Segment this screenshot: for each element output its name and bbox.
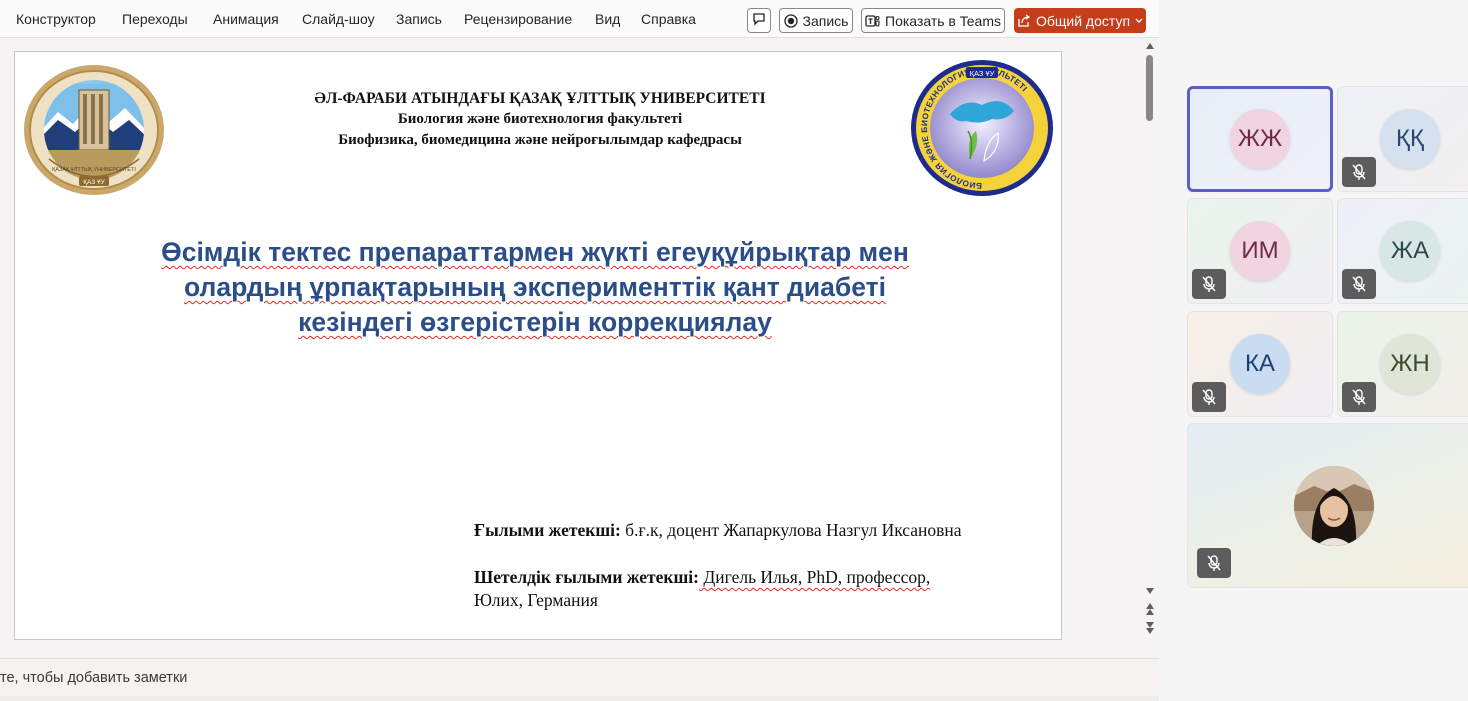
record-icon (783, 13, 798, 28)
avatar: ЖЖ (1230, 109, 1290, 169)
notes-placeholder: те, чтобы добавить заметки (0, 670, 188, 686)
muted-mic-icon (1197, 548, 1231, 578)
supervisor-name: б.ғ.к, доцент Жапаркулова Назгул Иксанов… (620, 520, 962, 540)
muted-mic-icon (1342, 157, 1376, 187)
avatar: КА (1230, 334, 1290, 394)
status-bar-edge (0, 696, 1159, 701)
comments-button[interactable] (747, 8, 771, 33)
tab-animation[interactable]: Анимация (213, 11, 279, 27)
slide-title[interactable]: Өсімдік тектес препараттармен жүкті егеу… (75, 235, 995, 340)
participant-photo (1294, 466, 1374, 546)
scroll-up-arrow-icon (1146, 43, 1154, 49)
muted-mic-icon (1192, 269, 1226, 299)
participant-tile[interactable]: ЖА (1337, 198, 1468, 304)
tab-help[interactable]: Справка (641, 11, 696, 27)
share-button[interactable]: Общий доступ (1014, 8, 1146, 33)
title-line: Өсімдік тектес препараттармен жүкті егеу… (161, 237, 909, 267)
participant-tile[interactable]: ИМ (1187, 198, 1333, 304)
tab-slideshow[interactable]: Слайд-шоу (302, 11, 375, 27)
university-logo: ҚАЗ ҰУ ҚАЗАҚ ҰЛТТЫҚ УНИВЕРСИТЕТІ (23, 64, 165, 196)
meeting-gallery: ЖЖ ҚҚ ИМ ЖА КА ЖН (1159, 0, 1468, 701)
ribbon-menu-bar: Конструктор Переходы Анимация Слайд-шоу … (0, 0, 1159, 38)
foreign-supervisor-line[interactable]: Шетелдік ғылыми жетекші: Дигель Илья, Ph… (474, 566, 930, 589)
title-line: кезіндегі өзгерістерін коррекциялау (298, 307, 772, 337)
avatar: ИМ (1230, 221, 1290, 281)
participant-video-tile[interactable] (1187, 423, 1468, 588)
avatar: ЖН (1380, 334, 1440, 394)
logo-badge: ҚАЗ ҰУ (83, 179, 105, 186)
next-slide-icon (1146, 622, 1154, 634)
participant-tile[interactable]: ЖЖ (1187, 86, 1333, 192)
department-name: Биофизика, биомедицина және нейроғылымда… (338, 132, 742, 148)
chevron-down-icon (1135, 18, 1143, 24)
participant-tile[interactable]: ҚҚ (1337, 86, 1468, 192)
tab-view[interactable]: Вид (595, 11, 620, 27)
share-icon (1017, 13, 1031, 28)
tab-design[interactable]: Конструктор (16, 11, 96, 27)
faculty-name: Биология және биотехнология факультеті (397, 111, 683, 127)
screen: Конструктор Переходы Анимация Слайд-шоу … (0, 0, 1468, 701)
foreign-supervisor-location[interactable]: Юлих, Германия (474, 589, 598, 612)
foreign-supervisor-label: Шетелдік ғылыми жетекші: (474, 567, 699, 587)
tab-transitions[interactable]: Переходы (122, 11, 188, 27)
scroll-thumb (1146, 55, 1153, 121)
tab-review[interactable]: Рецензирование (464, 11, 572, 27)
powerpoint-window: Конструктор Переходы Анимация Слайд-шоу … (0, 0, 1159, 701)
location-text: Юлих, Германия (474, 590, 598, 610)
faculty-logo: БИОЛОГИЯ ЖӘНЕ БИОТЕХНОЛОГИЯ ФАКУЛЬТЕТІ Қ… (910, 59, 1054, 197)
participant-tile[interactable]: ЖН (1337, 311, 1468, 417)
logo-badge: ҚАЗ ҰУ (970, 69, 995, 78)
supervisor-label: Ғылыми жетекші: (474, 520, 621, 540)
tab-record[interactable]: Запись (396, 11, 442, 27)
supervisor-line[interactable]: Ғылыми жетекші: б.ғ.к, доцент Жапаркулов… (474, 519, 962, 542)
share-label: Общий доступ (1035, 12, 1131, 29)
present-in-teams-button[interactable]: Показать в Teams (861, 8, 1005, 33)
foreign-supervisor-name: Дигель Илья, PhD, профессор, (698, 567, 931, 587)
muted-mic-icon (1342, 382, 1376, 412)
participant-tile[interactable]: КА (1187, 311, 1333, 417)
logo-caption: ҚАЗАҚ ҰЛТТЫҚ УНИВЕРСИТЕТІ (52, 167, 136, 173)
university-name: ӘЛ-ФАРАБИ АТЫНДАҒЫ ҚАЗАҚ ҰЛТТЫҚ УНИВЕРСИ… (314, 90, 766, 107)
avatar: ЖА (1380, 221, 1440, 281)
teams-icon (865, 14, 880, 28)
record-label: Запись (802, 12, 849, 29)
scroll-down-arrow-icon (1146, 588, 1154, 594)
slide-editing-area: ҚАЗ ҰУ ҚАЗАҚ ҰЛТТЫҚ УНИВЕРСИТЕТІ ӘЛ-ФАРА… (0, 38, 1159, 658)
muted-mic-icon (1342, 269, 1376, 299)
record-button[interactable]: Запись (779, 8, 853, 33)
avatar: ҚҚ (1380, 109, 1440, 169)
title-line: олардың ұрпақтарының эксперименттік қант… (183, 272, 887, 302)
slide-canvas[interactable]: ҚАЗ ҰУ ҚАЗАҚ ҰЛТТЫҚ УНИВЕРСИТЕТІ ӘЛ-ФАРА… (14, 51, 1062, 640)
teams-label: Показать в Teams (885, 12, 1001, 29)
vertical-scrollbar[interactable] (1142, 38, 1158, 658)
notes-pane[interactable]: те, чтобы добавить заметки (0, 658, 1159, 696)
muted-mic-icon (1192, 382, 1226, 412)
comment-icon (752, 12, 766, 29)
previous-slide-icon (1146, 603, 1154, 615)
